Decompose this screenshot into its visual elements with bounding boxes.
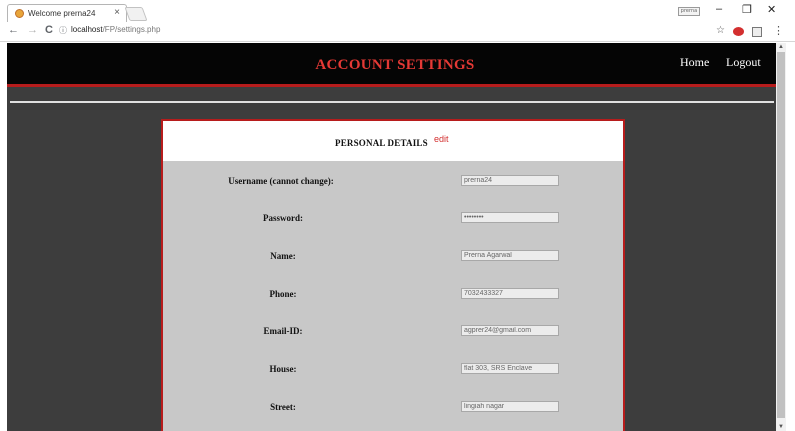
forward-arrow-icon[interactable]: →: [27, 24, 38, 36]
street-label: Street:: [270, 402, 296, 412]
scroll-down-icon[interactable]: ▼: [778, 424, 784, 430]
divider: [10, 101, 774, 103]
scroll-thumb[interactable]: [777, 52, 785, 418]
url-host: localhost: [71, 25, 103, 34]
url-field[interactable]: ⓘ localhost/FP/settings.php: [59, 24, 709, 39]
name-label: Name:: [270, 251, 296, 261]
password-field[interactable]: [461, 212, 559, 223]
tab-strip: Welcome prerna24 × prerna – ❐ ✕: [0, 0, 795, 22]
nav-home-link[interactable]: Home: [680, 55, 709, 70]
url-path: /FP/settings.php: [102, 25, 161, 34]
username-label: Username (cannot change):: [228, 176, 334, 186]
email-label: Email-ID:: [263, 326, 303, 336]
name-field[interactable]: [461, 250, 559, 261]
browser-tab[interactable]: Welcome prerna24 ×: [7, 4, 127, 22]
new-tab-button[interactable]: [124, 7, 148, 21]
favicon-icon: [15, 9, 24, 18]
card-title: PERSONAL DETAILS: [335, 138, 428, 148]
personal-details-card: PERSONAL DETAILS edit Username (cannot c…: [161, 119, 625, 431]
tab-close-icon[interactable]: ×: [114, 7, 120, 18]
maximize-button[interactable]: ❐: [742, 3, 752, 16]
profile-chip[interactable]: prerna: [678, 7, 700, 16]
back-arrow-icon[interactable]: ←: [8, 24, 19, 36]
street-field[interactable]: [461, 401, 559, 412]
house-field[interactable]: [461, 363, 559, 374]
extension-icon[interactable]: [733, 27, 744, 36]
tab-title: Welcome prerna24: [28, 9, 96, 18]
address-bar: ← → C ⓘ localhost/FP/settings.php ☆ ⋮: [0, 22, 795, 42]
nav-logout-link[interactable]: Logout: [726, 55, 761, 70]
page-title: ACCOUNT SETTINGS: [315, 57, 475, 73]
password-label: Password:: [263, 213, 303, 223]
edit-link[interactable]: edit: [434, 134, 449, 144]
url-text[interactable]: localhost/FP/settings.php: [71, 25, 160, 34]
reload-icon[interactable]: C: [45, 24, 53, 36]
close-window-button[interactable]: ✕: [767, 3, 776, 16]
page-edge: [0, 43, 7, 431]
page-viewport: ACCOUNT SETTINGS Home Logout PERSONAL DE…: [7, 43, 785, 431]
minimize-button[interactable]: –: [716, 3, 722, 15]
phone-field[interactable]: [461, 288, 559, 299]
scroll-up-icon[interactable]: ▲: [778, 44, 784, 50]
info-icon[interactable]: ⓘ: [59, 25, 67, 36]
browser-menu-icon[interactable]: ⋮: [773, 24, 784, 37]
card-header: PERSONAL DETAILS edit: [163, 121, 623, 161]
site-header: ACCOUNT SETTINGS Home Logout: [7, 43, 783, 87]
email-field[interactable]: [461, 325, 559, 336]
bookmark-star-icon[interactable]: ☆: [716, 25, 725, 36]
username-field[interactable]: [461, 175, 559, 186]
phone-label: Phone:: [269, 289, 297, 299]
extension-box-icon[interactable]: [752, 27, 762, 37]
page-scrollbar[interactable]: ▲ ▼: [776, 43, 786, 431]
house-label: House:: [269, 364, 297, 374]
